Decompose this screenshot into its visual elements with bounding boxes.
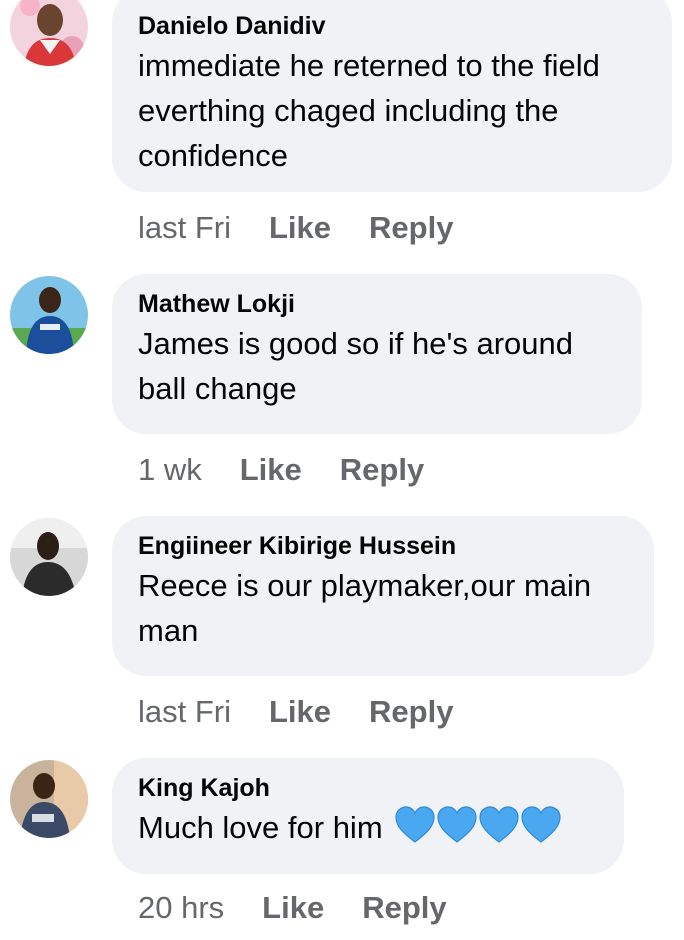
like-button[interactable]: Like (262, 890, 324, 926)
reply-button[interactable]: Reply (369, 210, 453, 246)
comment-actions: 20 hrs Like Reply (138, 888, 447, 928)
comment-timestamp[interactable]: 1 wk (138, 452, 202, 488)
reply-button[interactable]: Reply (362, 890, 446, 926)
avatar[interactable] (10, 518, 88, 596)
comment-actions: 1 wk Like Reply (138, 450, 424, 490)
blue-heart-icon (521, 806, 561, 844)
blue-heart-icon (479, 806, 519, 844)
comment-text-line: man (138, 613, 199, 648)
comment-text: immediate he reterned to the field evert… (138, 43, 646, 178)
comment-text-line: Much love for him (138, 810, 383, 845)
like-button[interactable]: Like (240, 452, 302, 488)
comments-thread: Danielo Danidiv immediate he reterned to… (0, 0, 684, 940)
comment-text-line: everthing chaged including the (138, 93, 559, 128)
comment-author[interactable]: Mathew Lokji (138, 288, 616, 320)
comment-bubble: Mathew Lokji James is good so if he's ar… (112, 274, 642, 434)
avatar[interactable] (10, 0, 88, 66)
comment-timestamp[interactable]: 20 hrs (138, 890, 224, 926)
comment-text-line: ball change (138, 371, 297, 406)
avatar[interactable] (10, 760, 88, 838)
comment-bubble: King Kajoh Much love for him (112, 758, 624, 874)
comment-author[interactable]: Engiineer Kibirige Hussein (138, 530, 628, 562)
like-button[interactable]: Like (269, 210, 331, 246)
avatar[interactable] (10, 276, 88, 354)
comment-timestamp[interactable]: last Fri (138, 210, 231, 246)
like-button[interactable]: Like (269, 694, 331, 730)
comment-author[interactable]: King Kajoh (138, 772, 598, 804)
comment-text-line: James is good so if he's around (138, 326, 573, 361)
comment-text-line: Reece is our playmaker,our main (138, 568, 592, 603)
comment-bubble: Danielo Danidiv immediate he reterned to… (112, 0, 672, 192)
comment-text: James is good so if he's around ball cha… (138, 321, 616, 411)
comment-author[interactable]: Danielo Danidiv (138, 10, 646, 42)
comment-text: Much love for him (138, 805, 598, 856)
comment-text-line: immediate he reterned to the field (138, 48, 600, 83)
reply-button[interactable]: Reply (369, 694, 453, 730)
comment-text: Reece is our playmaker,our main man (138, 563, 628, 653)
comment-bubble: Engiineer Kibirige Hussein Reece is our … (112, 516, 654, 676)
comment-timestamp[interactable]: last Fri (138, 694, 231, 730)
comment-text-line: confidence (138, 138, 288, 173)
comment-actions: last Fri Like Reply (138, 208, 453, 248)
emoji-group (395, 806, 563, 856)
reply-button[interactable]: Reply (340, 452, 424, 488)
comment-actions: last Fri Like Reply (138, 692, 453, 732)
blue-heart-icon (437, 806, 477, 844)
blue-heart-icon (395, 806, 435, 844)
